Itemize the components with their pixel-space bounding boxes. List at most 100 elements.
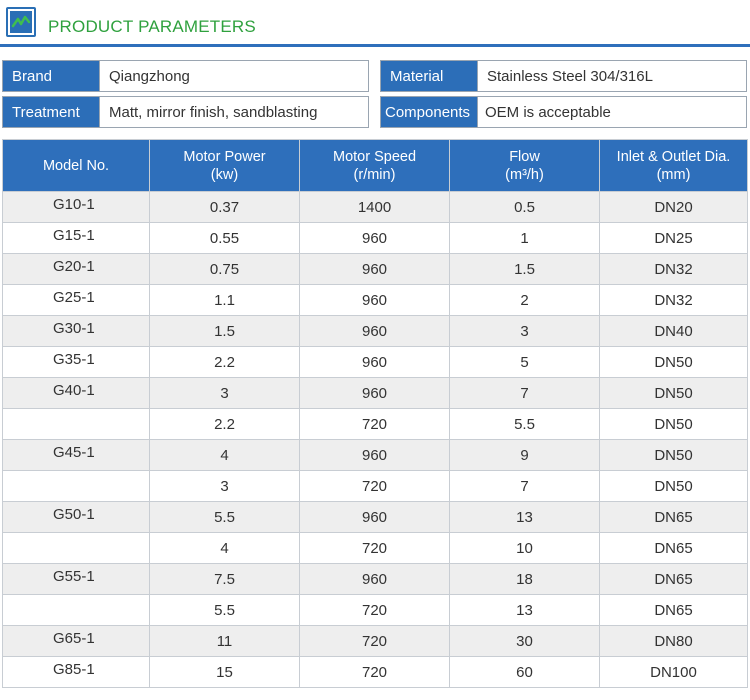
table-row: G10-1 0.37 1400 0.5 DN20 [2,191,748,223]
table-row: G85-1 15 720 60 DN100 [2,656,748,688]
power-cell: 0.55 [149,222,300,254]
speed-cell: 720 [299,594,450,626]
model-cell: G85-1 [2,656,150,688]
diameter-cell: DN32 [599,253,748,285]
model-cell: G30-1 [2,315,150,347]
power-cell: 1.1 [149,284,300,316]
speed-cell: 720 [299,532,450,564]
flow-cell: 7 [449,377,600,409]
table-row: G35-1 2.2 960 5 DN50 [2,346,748,378]
model-cell [2,408,150,440]
table-row: G55-1 7.5 960 18 DN65 [2,563,748,595]
info-material: Material Stainless Steel 304/316L [380,60,747,92]
diameter-cell: DN50 [599,408,748,440]
header-divider [0,44,750,47]
info-components: Components OEM is acceptable [380,96,747,128]
diameter-cell: DN65 [599,501,748,533]
diameter-cell: DN50 [599,470,748,502]
flow-cell: 7 [449,470,600,502]
power-cell: 3 [149,470,300,502]
table-row: 4 720 10 DN65 [2,532,748,564]
diameter-cell: DN20 [599,191,748,223]
info-value: Qiangzhong [100,61,368,91]
power-cell: 0.75 [149,253,300,285]
parameters-table: Model No. Motor Power (kw) Motor Speed (r/… [2,139,748,688]
table-row: G40-1 3 960 7 DN50 [2,377,748,409]
flow-cell: 2 [449,284,600,316]
diameter-cell: DN50 [599,346,748,378]
info-value: Stainless Steel 304/316L [478,61,746,91]
power-cell: 2.2 [149,346,300,378]
model-cell: G55-1 [2,563,150,595]
flow-cell: 1 [449,222,600,254]
model-cell [2,470,150,502]
table-row: 5.5 720 13 DN65 [2,594,748,626]
table-header-row: Model No. Motor Power (kw) Motor Speed (r/… [2,139,748,192]
flow-cell: 5 [449,346,600,378]
table-row: G15-1 0.55 960 1 DN25 [2,222,748,254]
column-header: Motor Power (kw) [149,139,300,192]
column-header: Inlet & Outlet Dia. (mm) [599,139,748,192]
model-cell: G10-1 [2,191,150,223]
table-row: G20-1 0.75 960 1.5 DN32 [2,253,748,285]
flow-cell: 1.5 [449,253,600,285]
info-label: Material [381,61,478,91]
pump-logo-icon [6,7,36,37]
diameter-cell: DN50 [599,439,748,471]
model-cell: G35-1 [2,346,150,378]
model-cell: G20-1 [2,253,150,285]
model-cell: G45-1 [2,439,150,471]
info-brand: Brand Qiangzhong [2,60,369,92]
flow-cell: 30 [449,625,600,657]
table-row: G65-1 11 720 30 DN80 [2,625,748,657]
power-cell: 15 [149,656,300,688]
power-cell: 5.5 [149,594,300,626]
speed-cell: 960 [299,501,450,533]
speed-cell: 720 [299,408,450,440]
flow-cell: 3 [449,315,600,347]
page-title: PRODUCT PARAMETERS [48,17,256,36]
diameter-cell: DN40 [599,315,748,347]
table-body: G10-1 0.37 1400 0.5 DN20 G15-1 0.55 960 1 DN25 G20… [2,191,748,688]
power-cell: 2.2 [149,408,300,440]
power-cell: 3 [149,377,300,409]
flow-cell: 18 [449,563,600,595]
speed-cell: 720 [299,470,450,502]
table-row: G30-1 1.5 960 3 DN40 [2,315,748,347]
diameter-cell: DN65 [599,563,748,595]
diameter-cell: DN100 [599,656,748,688]
speed-cell: 960 [299,222,450,254]
table-row: G25-1 1.1 960 2 DN32 [2,284,748,316]
speed-cell: 960 [299,439,450,471]
speed-cell: 720 [299,625,450,657]
flow-cell: 10 [449,532,600,564]
table-row: 3 720 7 DN50 [2,470,748,502]
column-header: Flow (m³/h) [449,139,600,192]
power-cell: 11 [149,625,300,657]
flow-cell: 13 [449,594,600,626]
diameter-cell: DN80 [599,625,748,657]
speed-cell: 960 [299,253,450,285]
speed-cell: 960 [299,315,450,347]
power-cell: 4 [149,439,300,471]
page-header: PRODUCT PARAMETERS [0,0,750,48]
speed-cell: 1400 [299,191,450,223]
flow-cell: 13 [449,501,600,533]
info-value: OEM is acceptable [478,97,746,127]
diameter-cell: DN65 [599,594,748,626]
model-cell: G25-1 [2,284,150,316]
model-cell: G15-1 [2,222,150,254]
flow-cell: 5.5 [449,408,600,440]
model-cell: G50-1 [2,501,150,533]
column-header: Model No. [2,139,150,192]
flow-cell: 9 [449,439,600,471]
flow-cell: 60 [449,656,600,688]
column-header: Motor Speed (r/min) [299,139,450,192]
table-row: 2.2 720 5.5 DN50 [2,408,748,440]
diameter-cell: DN32 [599,284,748,316]
speed-cell: 720 [299,656,450,688]
table-row: G50-1 5.5 960 13 DN65 [2,501,748,533]
speed-cell: 960 [299,346,450,378]
power-cell: 5.5 [149,501,300,533]
model-cell: G40-1 [2,377,150,409]
